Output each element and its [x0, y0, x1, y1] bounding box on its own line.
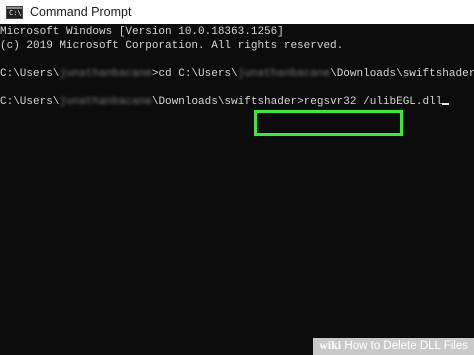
prompt-line: C:\Users\junathanbacane\Downloads\swifts…	[0, 95, 450, 109]
command-prompt-window: C:\ Command Prompt Microsoft Windows [Ve…	[0, 0, 474, 355]
cmd-console-icon: C:\	[6, 5, 23, 19]
cd-command-line: C:\Users\junathanbacane>cd C:\Users\juna…	[0, 67, 474, 81]
regsvr32-command: >regsvr32 /ulibEGL.dll	[297, 96, 443, 108]
title-bar[interactable]: C:\ Command Prompt	[0, 0, 474, 24]
path-prefix: C:\Users\	[0, 68, 60, 80]
prompt-path-prefix: C:\Users\	[0, 96, 60, 108]
prompt-path-end: \Downloads\swiftshader	[151, 96, 298, 108]
blurred-username-3: junathanbacane	[59, 96, 152, 108]
cd-target-path: \Downloads\swiftshader	[330, 68, 474, 80]
window-title: Command Prompt	[30, 5, 132, 19]
command-highlight-box	[254, 110, 403, 136]
blurred-username: junathanbacane	[59, 68, 152, 80]
watermark-caption: wiki How to Delete DLL Files	[313, 338, 474, 355]
copyright-line: (c) 2019 Microsoft Corporation. All righ…	[0, 40, 344, 52]
blurred-username-2: junathanbacane	[237, 68, 331, 80]
text-cursor	[442, 103, 450, 105]
cd-command-text: >cd C:\Users\	[151, 68, 238, 80]
cmd-icon-glyph: C:\	[9, 8, 22, 17]
watermark-text: How to Delete DLL Files	[344, 340, 468, 352]
console-output[interactable]: Microsoft Windows [Version 10.0.18363.12…	[0, 24, 474, 355]
watermark-brand: wiki	[319, 340, 342, 352]
version-line: Microsoft Windows [Version 10.0.18363.12…	[0, 26, 284, 38]
